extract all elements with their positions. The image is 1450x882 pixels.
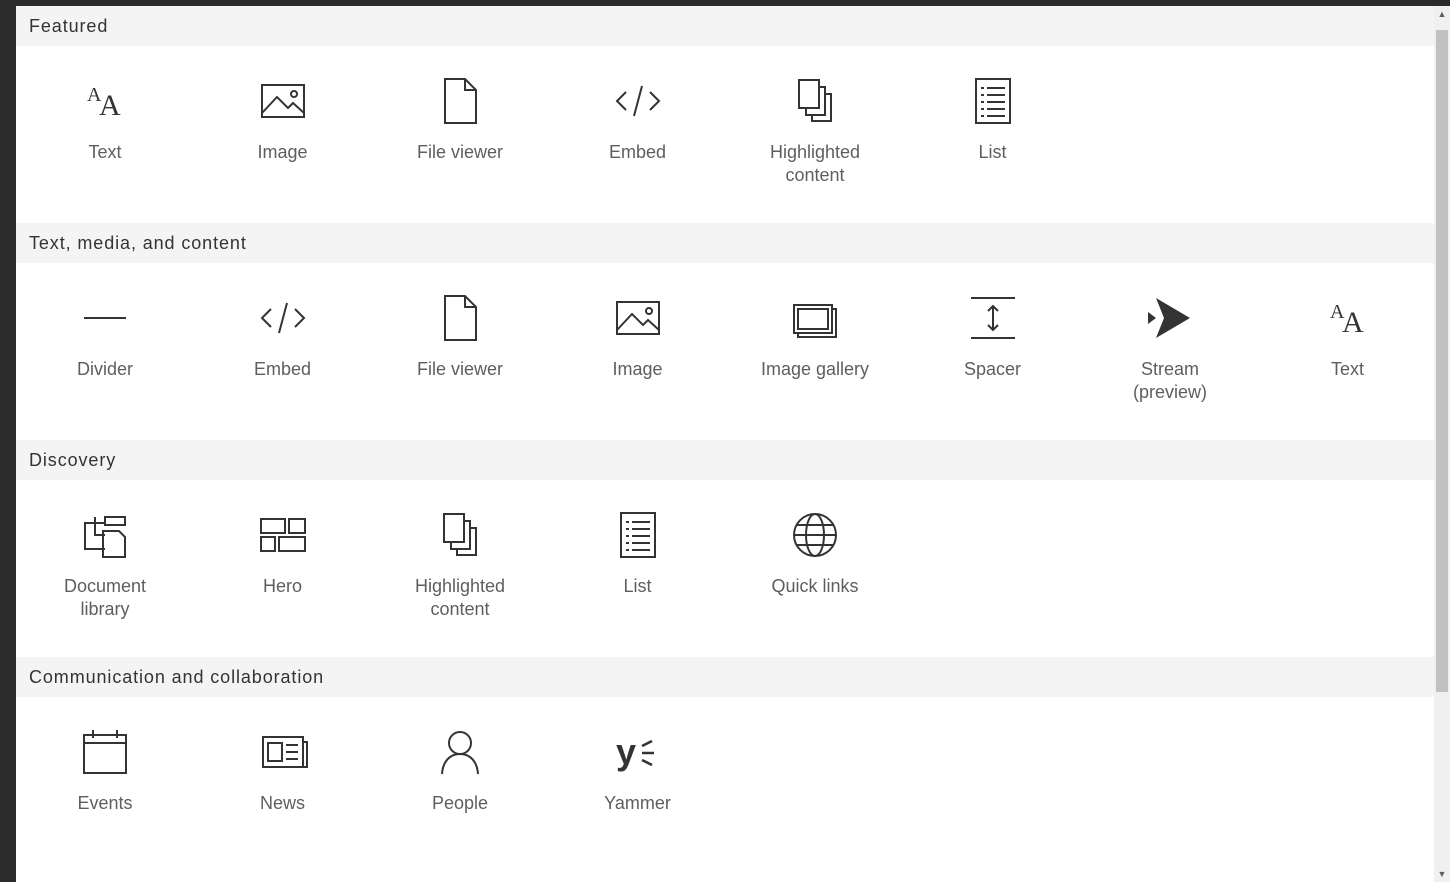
webpart-spacer[interactable]: Spacer bbox=[904, 292, 1082, 422]
webpart-quick-links[interactable]: Quick links bbox=[726, 509, 904, 639]
yammer-icon: y bbox=[612, 726, 664, 778]
svg-text:y: y bbox=[616, 731, 636, 772]
section-featured: Featured A A Text Image File viewer Embed High… bbox=[16, 6, 1434, 223]
image-icon bbox=[257, 75, 309, 127]
webpart-label: Image bbox=[257, 142, 308, 162]
webpart-label: Quick links bbox=[771, 576, 859, 596]
webpart-label: Image bbox=[612, 359, 663, 379]
webpart-label: News bbox=[259, 793, 305, 813]
section-items: Divider Embed File viewer Image Image galler… bbox=[16, 263, 1434, 440]
webpart-image[interactable]: Image bbox=[194, 75, 372, 205]
webpart-file-viewer[interactable]: File viewer bbox=[371, 292, 549, 422]
webpart-toolbox-panel: Featured A A Text Image File viewer Embed High… bbox=[16, 6, 1434, 882]
section-items: A A Text Image File viewer Embed Highlighted c… bbox=[16, 46, 1434, 223]
section-discovery: Discovery Document library Hero Highlighte… bbox=[16, 440, 1434, 657]
spacer-icon bbox=[967, 292, 1019, 344]
news-icon bbox=[257, 726, 309, 778]
webpart-label: People bbox=[431, 793, 489, 813]
webpart-events[interactable]: Events bbox=[16, 726, 194, 856]
events-icon bbox=[79, 726, 131, 778]
webpart-label: Image gallery bbox=[760, 359, 870, 379]
webpart-people[interactable]: People bbox=[371, 726, 549, 856]
text-icon: AA bbox=[79, 75, 131, 127]
divider-icon bbox=[79, 292, 131, 344]
vertical-scrollbar[interactable]: ▲ ▼ bbox=[1434, 6, 1450, 882]
image-icon bbox=[612, 292, 664, 344]
hero-icon bbox=[257, 509, 309, 561]
webpart-highlighted-content[interactable]: Highlighted content bbox=[726, 75, 904, 205]
webpart-embed[interactable]: Embed bbox=[549, 75, 727, 205]
document-library-icon bbox=[79, 509, 131, 561]
webpart-label: Yammer bbox=[604, 793, 671, 813]
scroll-thumb[interactable] bbox=[1436, 30, 1448, 692]
webpart-label: Spacer bbox=[963, 359, 1022, 379]
webpart-label: Divider bbox=[76, 359, 133, 379]
webpart-list[interactable]: List bbox=[904, 75, 1082, 205]
webpart-label: File viewer bbox=[416, 359, 504, 379]
people-icon bbox=[434, 726, 486, 778]
webpart-yammer[interactable]: y Yammer bbox=[549, 726, 727, 856]
svg-text:A: A bbox=[1342, 306, 1364, 339]
webpart-label: Events bbox=[77, 793, 133, 813]
webpart-news[interactable]: News bbox=[194, 726, 372, 856]
webpart-highlighted-content[interactable]: Highlighted content bbox=[371, 509, 549, 639]
image-gallery-icon bbox=[789, 292, 841, 344]
highlighted-content-icon bbox=[434, 509, 486, 561]
list-icon bbox=[967, 75, 1019, 127]
webpart-embed[interactable]: Embed bbox=[194, 292, 372, 422]
scroll-up-arrow-icon[interactable]: ▲ bbox=[1434, 6, 1450, 22]
embed-icon bbox=[612, 75, 664, 127]
webpart-label: Text bbox=[88, 142, 122, 162]
section-items: Document library Hero Highlighted content L… bbox=[16, 480, 1434, 657]
file-viewer-icon bbox=[434, 292, 486, 344]
webpart-hero[interactable]: Hero bbox=[194, 509, 372, 639]
webpart-divider[interactable]: Divider bbox=[16, 292, 194, 422]
section-items: Events News People y Yammer bbox=[16, 697, 1434, 874]
webpart-label: Stream (preview) bbox=[1132, 359, 1207, 402]
section-communication-collaboration: Communication and collaboration Events Ne… bbox=[16, 657, 1434, 874]
webpart-text[interactable]: A A Text bbox=[16, 75, 194, 205]
svg-text:A: A bbox=[99, 89, 121, 122]
webpart-label: Text bbox=[1330, 359, 1364, 379]
webpart-list[interactable]: List bbox=[549, 509, 727, 639]
webpart-label: List bbox=[623, 576, 652, 596]
section-header: Text, media, and content bbox=[16, 223, 1434, 263]
stream-icon bbox=[1144, 292, 1196, 344]
webpart-label: Highlighted content bbox=[769, 142, 861, 185]
webpart-text[interactable]: A A Text bbox=[1259, 292, 1435, 422]
scroll-down-arrow-icon[interactable]: ▼ bbox=[1434, 866, 1450, 882]
webpart-label: File viewer bbox=[416, 142, 504, 162]
file-viewer-icon bbox=[434, 75, 486, 127]
section-header: Featured bbox=[16, 6, 1434, 46]
webpart-label: Embed bbox=[608, 142, 667, 162]
section-text-media-content: Text, media, and content Divider Embed Fil… bbox=[16, 223, 1434, 440]
webpart-label: Highlighted content bbox=[414, 576, 506, 619]
webpart-label: Document library bbox=[63, 576, 147, 619]
webpart-label: List bbox=[978, 142, 1007, 162]
webpart-image[interactable]: Image bbox=[549, 292, 727, 422]
list-icon bbox=[612, 509, 664, 561]
webpart-stream-preview[interactable]: Stream (preview) bbox=[1081, 292, 1259, 422]
webpart-image-gallery[interactable]: Image gallery bbox=[726, 292, 904, 422]
highlighted-content-icon bbox=[789, 75, 841, 127]
section-header: Discovery bbox=[16, 440, 1434, 480]
webpart-label: Hero bbox=[262, 576, 302, 596]
section-header: Communication and collaboration bbox=[16, 657, 1434, 697]
webpart-label: Embed bbox=[253, 359, 312, 379]
webpart-document-library[interactable]: Document library bbox=[16, 509, 194, 639]
quick-links-icon bbox=[789, 509, 841, 561]
embed-icon bbox=[257, 292, 309, 344]
webpart-file-viewer[interactable]: File viewer bbox=[371, 75, 549, 205]
text-icon: AA bbox=[1322, 292, 1374, 344]
